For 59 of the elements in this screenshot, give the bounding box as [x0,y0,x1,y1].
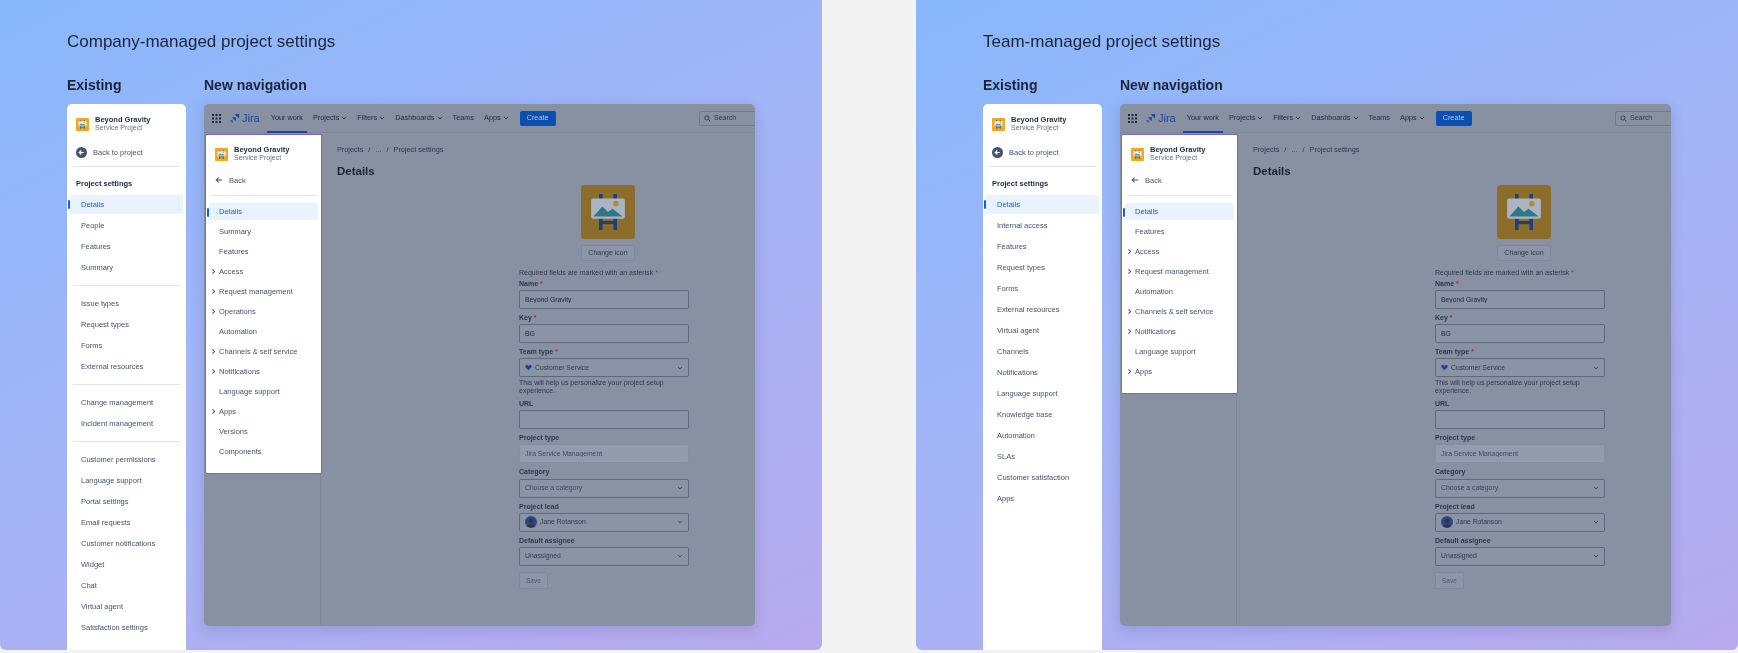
page-title: Details [337,164,376,180]
chevron-down-icon [677,364,683,371]
chevron-down-icon [436,115,443,122]
back-arrow-icon [76,146,87,158]
logo-mark-icon [1145,112,1156,124]
page-title: Details [1253,164,1292,180]
chevron-right-icon [211,268,216,276]
back-arrow-icon [992,146,1003,158]
chevron-down-icon [677,485,683,491]
chevron-right-icon [211,408,216,416]
chevron-right-icon [211,288,216,296]
column-heading: Existing [67,78,123,93]
logo-mark-icon [229,112,240,124]
apps-grid-icon [212,113,221,123]
logo-text: Jira [1158,111,1176,127]
section-title: Company-managed project settings [67,32,337,53]
chevron-right-icon [1127,328,1132,336]
chevron-down-icon [1352,115,1359,122]
arrow-left-icon [1131,176,1139,185]
heart-icon [1441,364,1448,372]
easel-icon [992,117,1005,131]
chevron-right-icon [1127,248,1132,256]
chevron-down-icon [379,115,386,122]
chevron-right-icon [1127,268,1132,276]
text-input[interactable] [519,410,689,430]
chevron-right-icon [1127,308,1132,316]
chevron-down-icon [677,553,683,560]
chevron-right-icon [211,308,216,316]
easel-icon [1497,184,1551,239]
text-input[interactable] [1435,410,1605,430]
arrow-left-icon [215,176,223,185]
chevron-down-icon [1593,553,1599,560]
search-icon [1620,114,1627,122]
column-heading: Existing [983,78,1039,93]
chevron-down-icon [1593,364,1599,371]
heart-icon [525,364,532,372]
chevron-down-icon [341,115,348,122]
chevron-down-icon [1295,115,1302,122]
avatar-icon [1441,516,1453,529]
easel-icon [76,117,89,131]
easel-icon [1131,147,1144,161]
chevron-right-icon [211,348,216,356]
easel-icon [581,184,635,239]
chevron-down-icon [677,519,683,526]
avatar-icon [525,516,537,529]
chevron-down-icon [1257,115,1264,122]
logo-text: Jira [242,111,260,127]
chevron-down-icon [502,115,509,122]
search-icon [704,114,711,122]
easel-icon [215,147,228,161]
section-title: Team-managed project settings [983,32,1222,53]
chevron-right-icon [211,368,216,376]
chevron-right-icon [1127,368,1132,376]
apps-grid-icon [1128,113,1137,123]
column-heading: New navigation [204,78,308,93]
chevron-down-icon [1593,519,1599,526]
column-heading: New navigation [1120,78,1224,93]
chevron-down-icon [1418,115,1425,122]
chevron-down-icon [1593,485,1599,491]
